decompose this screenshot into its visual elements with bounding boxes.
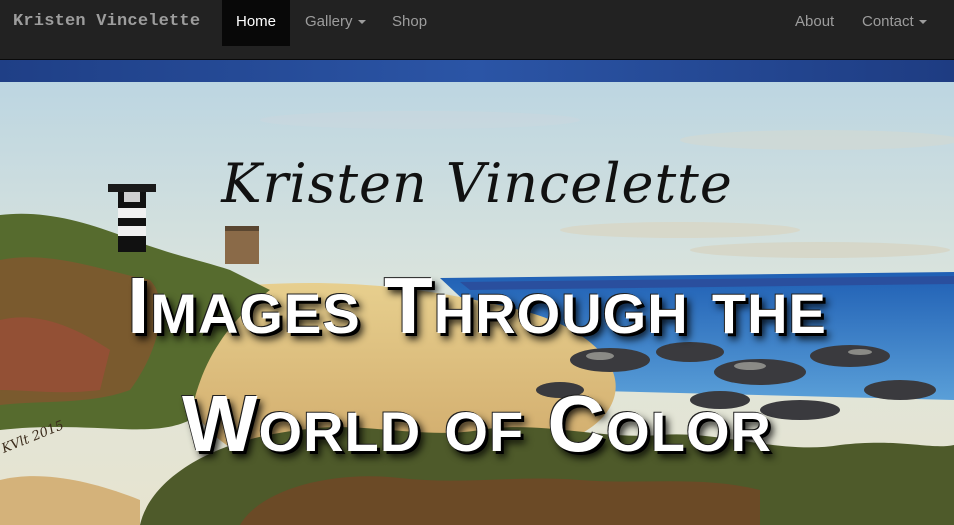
hero-headline-line2: World of Color [182,379,772,468]
hero-banner: Kristen Vincelette Images Through the Wo… [0,60,954,525]
nav-home[interactable]: Home [222,0,290,46]
nav-contact-label: Contact [862,13,914,30]
nav-gallery-label: Gallery [305,13,353,30]
hero-script-title: Kristen Vincelette [221,152,733,215]
nav-contact-dropdown[interactable]: Contact [862,0,927,46]
nav-gallery-dropdown[interactable]: Gallery [305,0,366,46]
brand-link[interactable]: Kristen Vincelette [13,0,200,44]
caret-down-icon [918,20,927,25]
nav-shop-label: Shop [392,13,428,30]
nav-home-label: Home [235,13,276,30]
nav-shop[interactable]: Shop [392,0,427,46]
caret-down-icon [357,20,366,25]
hero-headline-line1: Images Through the [127,261,827,350]
top-navbar: Kristen Vincelette Home Gallery Shop Abo… [0,0,954,60]
nav-about-label: About [795,13,835,30]
nav-about[interactable]: About [795,0,834,46]
